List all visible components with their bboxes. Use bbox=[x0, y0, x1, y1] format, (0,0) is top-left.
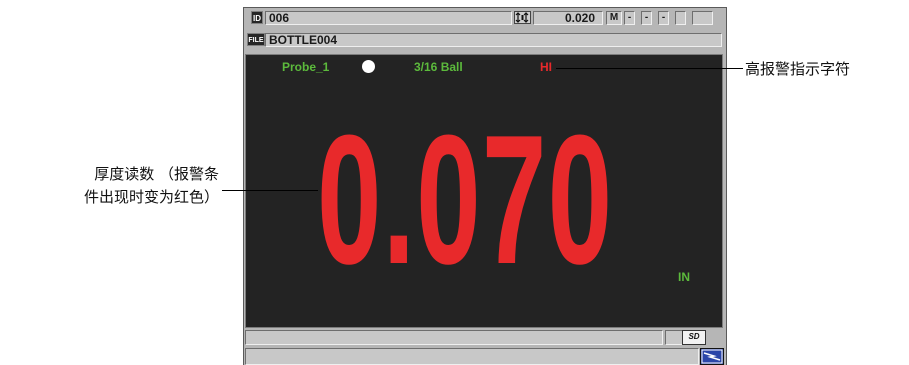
help-bar bbox=[245, 348, 699, 365]
reading-leader-line bbox=[222, 190, 318, 191]
file-icon: FILE bbox=[247, 33, 265, 46]
status-box-5 bbox=[692, 11, 713, 25]
status-box-4 bbox=[675, 11, 686, 25]
reading-callout: 厚度读数 （报警条 件出现时变为红色） bbox=[7, 163, 219, 209]
dual-arrow-cal-icon bbox=[514, 11, 531, 24]
sd-card-icon: SD bbox=[682, 330, 706, 345]
unit-label: IN bbox=[678, 270, 690, 284]
gauge-display: ID 006 0.020 M - - - FILE BOTTLE004 Prob… bbox=[243, 7, 727, 365]
status-box-3: - bbox=[658, 11, 669, 25]
mode-box: M bbox=[606, 11, 622, 25]
status-box-2: - bbox=[641, 11, 652, 25]
status-box-1: - bbox=[624, 11, 635, 25]
message-bar bbox=[245, 330, 663, 345]
alarm-callout: 高报警指示字符 bbox=[745, 60, 851, 78]
probe-status-dot bbox=[362, 60, 375, 73]
lightning-power-icon bbox=[700, 348, 724, 365]
probe-tip: 3/16 Ball bbox=[414, 60, 463, 74]
file-field[interactable]: BOTTLE004 bbox=[265, 33, 722, 47]
reading-callout-line2: 件出现时变为红色） bbox=[83, 188, 219, 206]
reading-callout-line1: 厚度读数 （报警条 bbox=[94, 165, 219, 183]
id-icon: ID bbox=[251, 11, 263, 24]
thickness-reading: 0.070 bbox=[317, 96, 614, 302]
alarm-leader-line bbox=[556, 68, 743, 69]
id-field[interactable]: 006 bbox=[265, 11, 512, 25]
thickness-ref-field: 0.020 bbox=[533, 11, 603, 25]
probe-name: Probe_1 bbox=[282, 60, 330, 74]
measurement-screen: Probe_1 3/16 Ball HI 0.070 IN bbox=[245, 54, 723, 328]
high-alarm-indicator: HI bbox=[540, 60, 552, 74]
